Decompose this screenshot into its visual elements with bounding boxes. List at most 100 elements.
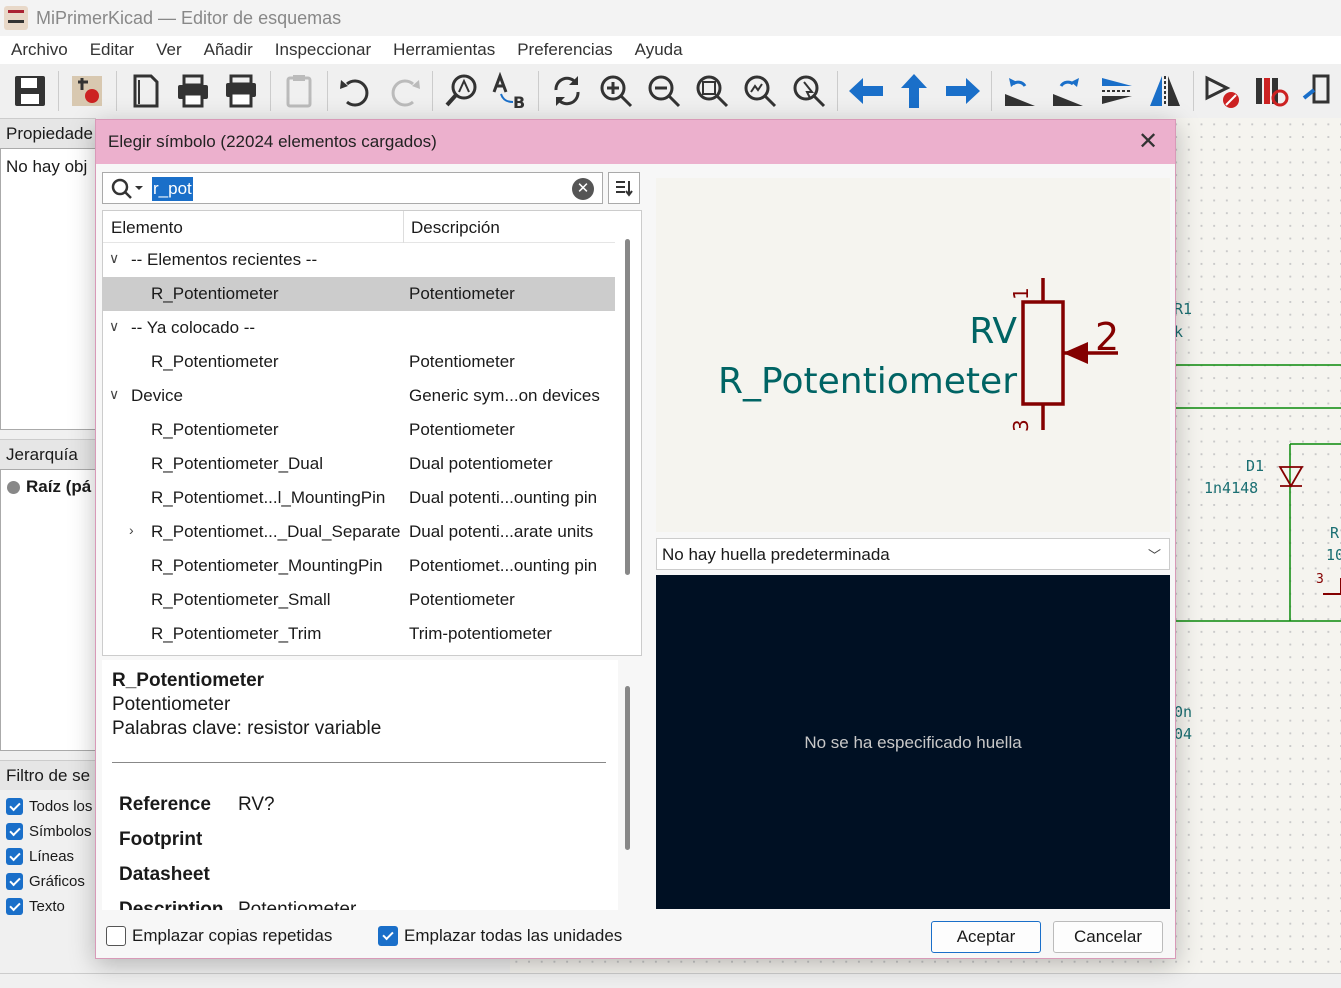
tree-group-row[interactable]: ∨ Device Generic sym...on devices bbox=[103, 379, 615, 413]
row-description: Dual potenti...ounting pin bbox=[409, 488, 598, 507]
hierarchy-panel: Raíz (pá bbox=[0, 469, 96, 751]
paste-icon[interactable] bbox=[277, 69, 321, 114]
filter-symbols-checkbox[interactable]: Símbolos bbox=[6, 823, 92, 840]
row-element-name: -- Elementos recientes -- bbox=[131, 250, 318, 269]
redo-icon[interactable] bbox=[382, 69, 426, 114]
plot-icon[interactable] bbox=[219, 69, 263, 114]
dialog-title-bar: Elegir símbolo (22024 elementos cargados… bbox=[96, 120, 1175, 164]
tree-symbol-row[interactable]: › R_Potentiomet..._Dual_Separate Dual pote… bbox=[103, 515, 615, 549]
checkbox-checked-icon bbox=[378, 926, 398, 946]
tree-symbol-row[interactable]: R_Potentiometer_MountingPin Potentiomet..… bbox=[103, 549, 615, 583]
up-icon[interactable] bbox=[892, 69, 936, 114]
mirror-v-icon[interactable] bbox=[1094, 69, 1138, 114]
menu-editar[interactable]: Editar bbox=[79, 40, 145, 60]
row-element-name: R_Potentiometer_Trim bbox=[151, 624, 322, 643]
svg-text:B: B bbox=[513, 93, 525, 110]
symbol-browser-icon[interactable] bbox=[1297, 69, 1341, 114]
zoom-fit-icon[interactable] bbox=[690, 69, 734, 114]
toolbar-separator bbox=[115, 71, 117, 111]
row-description: Dual potentiometer bbox=[409, 454, 553, 473]
tree-scrollbar[interactable] bbox=[625, 239, 630, 575]
filter-lines-checkbox[interactable]: Líneas bbox=[6, 848, 74, 865]
capacitor-value: 0n bbox=[1174, 703, 1193, 721]
row-element-name: R_Potentiometer bbox=[151, 284, 279, 303]
print-icon[interactable] bbox=[171, 69, 215, 114]
tree-symbol-row[interactable]: R_Potentiomet...l_MountingPin Dual potent… bbox=[103, 481, 615, 515]
checkbox-checked-icon bbox=[6, 823, 23, 840]
row-element-name: R_Potentiometer_MountingPin bbox=[151, 556, 383, 575]
details-scrollbar[interactable] bbox=[625, 686, 630, 850]
filter-text-checkbox[interactable]: Texto bbox=[6, 898, 65, 915]
tree-group-row[interactable]: ∨ -- Ya colocado -- bbox=[103, 311, 615, 345]
row-element-name: -- Ya colocado -- bbox=[131, 318, 256, 337]
filter-all-checkbox[interactable]: Todos los bbox=[6, 798, 92, 815]
place-all-units-checkbox[interactable]: Emplazar todas las unidades bbox=[378, 926, 622, 946]
field-label-reference: Reference bbox=[119, 794, 211, 815]
toolbar-separator bbox=[1193, 71, 1195, 111]
row-description: Potentiometer bbox=[409, 420, 515, 439]
footprint-select[interactable]: No hay huella predeterminada ﹀ bbox=[656, 538, 1170, 570]
find-replace-icon[interactable]: B bbox=[488, 69, 532, 114]
save-icon[interactable] bbox=[8, 69, 52, 114]
row-element-name: R_Potentiometer_Small bbox=[151, 590, 331, 609]
tree-group-row[interactable]: ∨ -- Elementos recientes -- bbox=[103, 243, 615, 277]
tree-symbol-row[interactable]: R_Potentiometer Potentiometer bbox=[103, 277, 615, 311]
chevron-down-icon[interactable]: ∨ bbox=[109, 250, 119, 267]
tree-symbol-row[interactable]: R_Potentiometer Potentiometer bbox=[103, 413, 615, 447]
mirror-h-icon[interactable] bbox=[1143, 69, 1187, 114]
menu-bar: Archivo Editar Ver Añadir Inspeccionar H… bbox=[0, 36, 1341, 64]
r-value: 10 bbox=[1326, 546, 1341, 564]
filter-label: Gráficos bbox=[29, 873, 85, 890]
field-value-description: Potentiometer bbox=[238, 899, 357, 910]
search-input[interactable] bbox=[151, 178, 561, 200]
refresh-icon[interactable] bbox=[545, 69, 589, 114]
place-repeated-checkbox[interactable]: Emplazar copias repetidas bbox=[106, 926, 332, 946]
zoom-objects-icon[interactable] bbox=[738, 69, 782, 114]
erc-icon[interactable] bbox=[1200, 69, 1244, 114]
page-settings-icon[interactable] bbox=[123, 69, 167, 114]
column-header-element[interactable]: Elemento bbox=[111, 218, 183, 238]
tree-symbol-row[interactable]: R_Potentiometer Potentiometer bbox=[103, 345, 615, 379]
menu-herramientas[interactable]: Herramientas bbox=[382, 40, 506, 60]
checkbox-checked-icon bbox=[6, 848, 23, 865]
menu-preferencias[interactable]: Preferencias bbox=[506, 40, 623, 60]
clear-search-icon[interactable]: ✕ bbox=[572, 178, 594, 200]
toolbar-separator bbox=[990, 71, 992, 111]
sort-options-button[interactable] bbox=[608, 172, 640, 204]
hierarchy-header: Jerarquía es bbox=[0, 439, 96, 494]
rotate-cw-icon[interactable] bbox=[1046, 69, 1090, 114]
hierarchy-root-label: Raíz (pá bbox=[26, 477, 92, 496]
close-icon[interactable]: ✕ bbox=[1135, 129, 1161, 155]
ok-button[interactable]: Aceptar bbox=[931, 921, 1041, 953]
zoom-tool-icon[interactable] bbox=[787, 69, 831, 114]
undo-icon[interactable] bbox=[334, 69, 378, 114]
filter-graphics-checkbox[interactable]: Gráficos bbox=[6, 873, 85, 890]
menu-archivo[interactable]: Archivo bbox=[0, 40, 79, 60]
zoom-in-icon[interactable] bbox=[593, 69, 637, 114]
column-header-description[interactable]: Descripción bbox=[411, 218, 500, 238]
zoom-out-icon[interactable] bbox=[642, 69, 686, 114]
forward-icon[interactable] bbox=[941, 69, 985, 114]
chevron-down-icon[interactable]: ∨ bbox=[109, 386, 119, 403]
back-icon[interactable] bbox=[844, 69, 888, 114]
find-icon[interactable] bbox=[439, 69, 483, 114]
rotate-ccw-icon[interactable] bbox=[998, 69, 1042, 114]
chevron-down-icon[interactable]: ∨ bbox=[109, 318, 119, 335]
tree-symbol-row[interactable]: R_Potentiometer_Dual Dual potentiometer bbox=[103, 447, 615, 481]
menu-inspeccionar[interactable]: Inspeccionar bbox=[264, 40, 382, 60]
chevron-right-icon[interactable]: › bbox=[129, 522, 134, 538]
menu-anadir[interactable]: Añadir bbox=[193, 40, 264, 60]
tree-symbol-row[interactable]: R_Potentiometer_Small Potentiometer bbox=[103, 583, 615, 617]
search-icon[interactable] bbox=[111, 178, 145, 200]
menu-ver[interactable]: Ver bbox=[145, 40, 193, 60]
hierarchy-root-item[interactable]: Raíz (pá bbox=[7, 477, 91, 497]
toolbar-separator bbox=[58, 71, 60, 111]
schematic-setup-icon[interactable] bbox=[65, 69, 109, 114]
cancel-button[interactable]: Cancelar bbox=[1053, 921, 1163, 953]
menu-ayuda[interactable]: Ayuda bbox=[624, 40, 694, 60]
preview-value: R_Potentiometer bbox=[718, 361, 1017, 402]
column-divider[interactable] bbox=[403, 211, 404, 243]
checkbox-unchecked-icon bbox=[106, 926, 126, 946]
tree-symbol-row[interactable]: R_Potentiometer_Trim Trim-potentiometer bbox=[103, 617, 615, 651]
symbol-editor-icon[interactable] bbox=[1248, 69, 1292, 114]
